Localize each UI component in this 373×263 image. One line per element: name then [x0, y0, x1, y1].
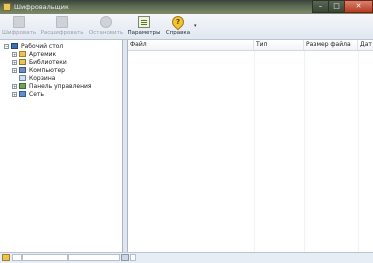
tree-item-artemik[interactable]: + Артемик — [12, 51, 117, 58]
user-folder-icon — [19, 51, 26, 57]
stop-button[interactable]: Остановить — [88, 15, 124, 38]
expand-icon[interactable]: + — [12, 84, 17, 89]
tree-label: Библиотеки — [29, 59, 67, 66]
recycle-bin-icon — [19, 75, 26, 81]
column-divider — [304, 51, 305, 252]
expand-icon[interactable]: + — [12, 92, 17, 97]
control-panel-icon — [19, 83, 26, 89]
status-field — [22, 254, 68, 261]
close-button[interactable]: ✕ — [344, 0, 373, 13]
file-icon — [121, 254, 129, 261]
stop-label: Остановить — [88, 30, 124, 36]
tree-item-desktop[interactable]: − Рабочий стол — [4, 43, 114, 50]
tree-label: Артемик — [29, 51, 57, 58]
help-label: Справка — [165, 30, 191, 36]
file-list-header: Файл Тип Размер файла Дат — [128, 40, 373, 51]
help-dropdown-arrow-icon[interactable]: ▾ — [194, 23, 197, 29]
decrypt-label: Расшифровать — [40, 30, 84, 36]
collapse-icon[interactable]: − — [4, 44, 9, 49]
folder-tree-panel[interactable]: − Рабочий стол + Артемик + Библиотеки + … — [0, 40, 123, 252]
params-label: Параметры — [127, 30, 161, 36]
encrypt-button[interactable]: Шифровать — [2, 15, 36, 38]
column-header-date[interactable]: Дат — [358, 40, 373, 50]
computer-icon — [19, 67, 26, 73]
tree-item-control-panel[interactable]: + Панель управления — [12, 83, 117, 90]
tree-label: Сеть — [29, 91, 44, 98]
decrypt-icon — [56, 16, 68, 28]
help-icon: ? — [169, 13, 187, 31]
file-list[interactable]: Файл Тип Размер файла Дат — [128, 40, 373, 252]
window-title: Шифровальщик — [14, 3, 69, 11]
tree-item-libraries[interactable]: + Библиотеки — [12, 59, 117, 66]
tree-label: Компьютер — [29, 67, 65, 74]
tree-item-computer[interactable]: + Компьютер — [12, 67, 117, 74]
title-bar[interactable]: Шифровальщик – □ ✕ — [0, 0, 373, 14]
column-header-file[interactable]: Файл — [128, 40, 254, 50]
status-field — [130, 254, 136, 261]
column-divider — [358, 51, 359, 252]
minimize-button[interactable]: – — [312, 0, 329, 13]
toolbar: Шифровать Расшифровать Остановить Параме… — [0, 13, 373, 40]
tree-label-desktop: Рабочий стол — [21, 43, 64, 50]
column-header-size[interactable]: Размер файла — [304, 40, 358, 50]
column-divider — [254, 51, 255, 252]
status-field — [12, 254, 22, 261]
expand-icon[interactable]: + — [12, 60, 17, 65]
settings-list-icon — [138, 16, 150, 28]
folder-icon — [2, 254, 10, 261]
tree-item-recycle-bin[interactable]: Корзина — [12, 75, 117, 82]
expand-icon[interactable]: + — [12, 52, 17, 57]
params-button[interactable]: Параметры — [127, 15, 161, 38]
help-button[interactable]: ? Справка — [163, 13, 193, 38]
column-header-type[interactable]: Тип — [254, 40, 304, 50]
tree-label: Панель управления — [29, 83, 92, 90]
status-bar — [0, 252, 373, 263]
expand-icon[interactable]: + — [12, 68, 17, 73]
maximize-button[interactable]: □ — [328, 0, 345, 13]
status-field — [68, 254, 120, 261]
stop-icon — [100, 16, 112, 28]
encrypt-label: Шифровать — [2, 30, 37, 36]
decrypt-button[interactable]: Расшифровать — [38, 15, 86, 38]
network-icon — [19, 91, 26, 97]
app-icon — [3, 3, 11, 11]
tree-label: Корзина — [29, 75, 56, 82]
encrypt-icon — [13, 16, 25, 28]
desktop-icon — [11, 43, 18, 49]
libraries-icon — [19, 59, 26, 65]
tree-item-network[interactable]: + Сеть — [12, 91, 117, 98]
